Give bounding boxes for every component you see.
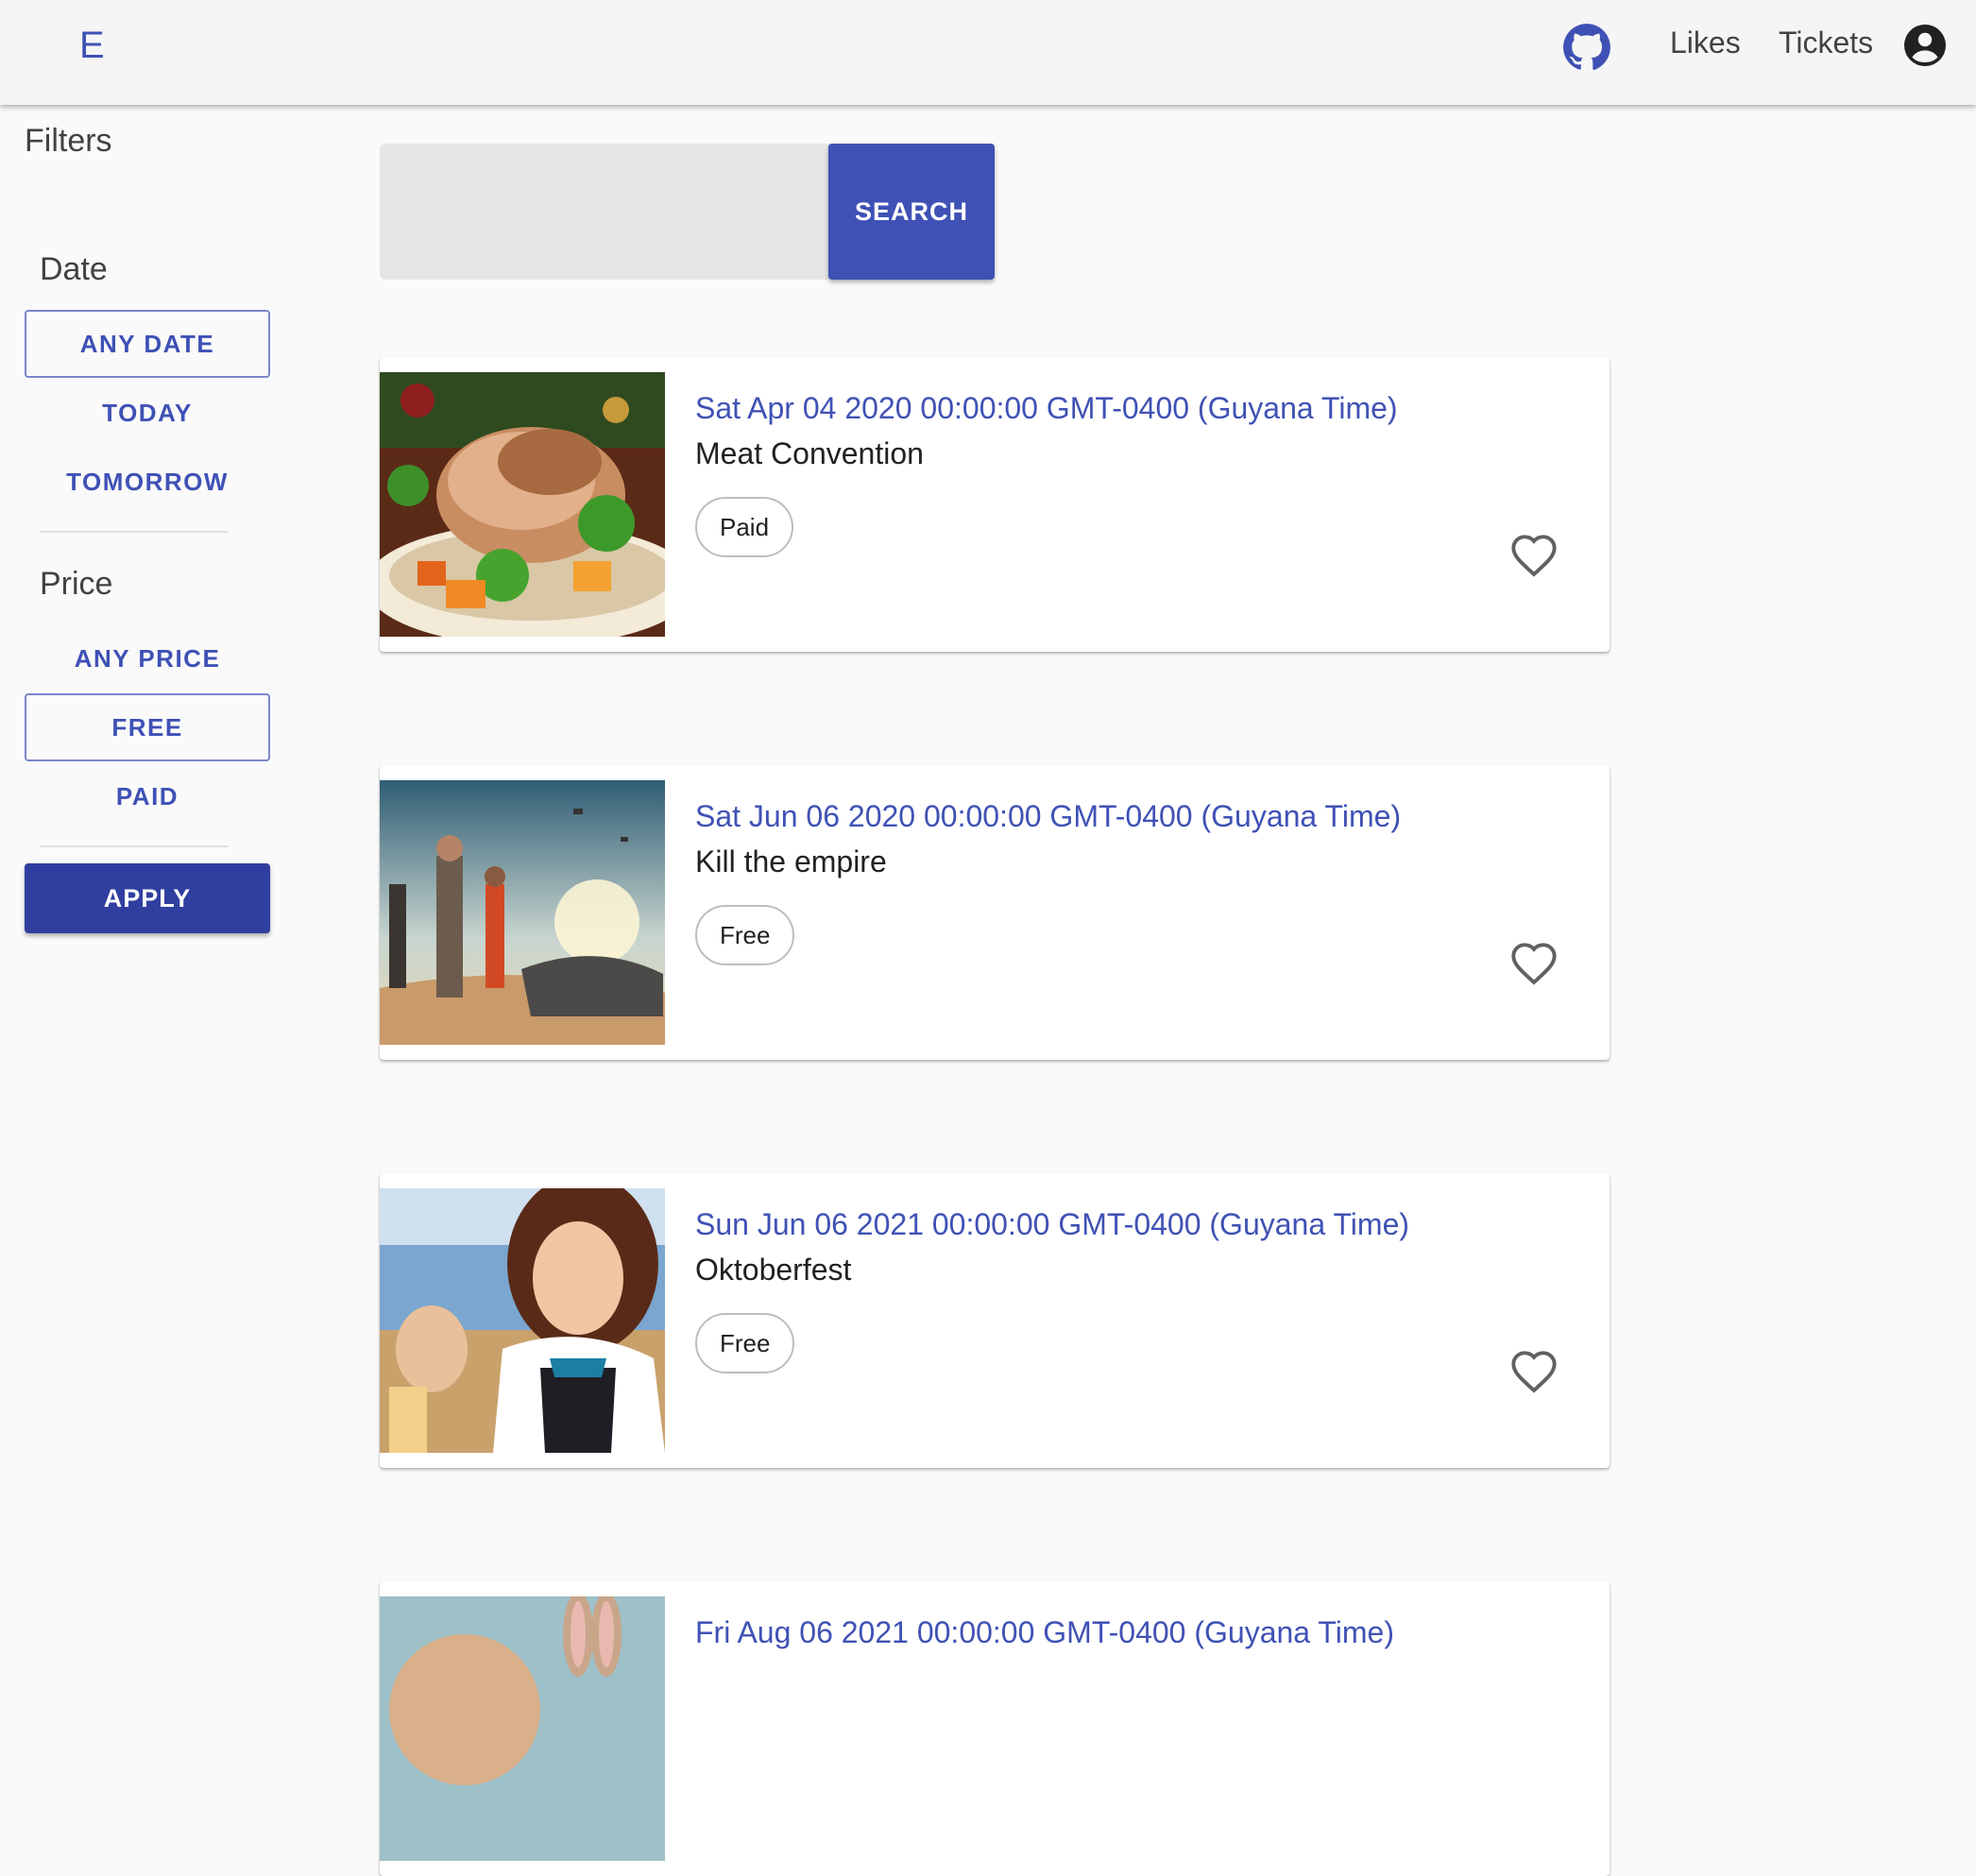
github-icon[interactable] (1562, 23, 1611, 72)
bunny-photo (380, 1596, 665, 1861)
event-title[interactable]: Kill the empire (695, 844, 887, 879)
date-any-date-button[interactable]: ANY DATE (25, 310, 270, 378)
apply-button[interactable]: APPLY (25, 863, 270, 933)
heart-outline-icon[interactable] (1509, 941, 1559, 990)
app-logo[interactable]: E (79, 21, 105, 70)
app-bar: E Likes Tickets (0, 0, 1976, 105)
nav-likes-link[interactable]: Likes (1670, 21, 1741, 64)
oktoberfest-photo (380, 1188, 665, 1453)
event-card[interactable]: Sat Jun 06 2020 00:00:00 GMT-0400 (Guyan… (380, 765, 1610, 1060)
event-date[interactable]: Sat Apr 04 2020 00:00:00 GMT-0400 (Guyan… (695, 391, 1398, 426)
price-chip: Paid (695, 497, 794, 557)
search-input[interactable] (380, 144, 829, 280)
roast-meat-photo (380, 372, 665, 637)
price-paid-button[interactable]: PAID (25, 762, 270, 830)
heart-outline-icon[interactable] (1509, 1349, 1559, 1398)
event-date[interactable]: Sun Jun 06 2021 00:00:00 GMT-0400 (Guyan… (695, 1207, 1409, 1242)
date-tomorrow-button[interactable]: TOMORROW (25, 448, 270, 516)
event-title[interactable]: Oktoberfest (695, 1253, 851, 1288)
account-circle-icon[interactable] (1902, 23, 1948, 68)
price-section-title: Price (40, 566, 113, 602)
event-card[interactable]: Fri Aug 06 2021 00:00:00 GMT-0400 (Guyan… (380, 1581, 1610, 1876)
heart-outline-icon[interactable] (1509, 533, 1559, 582)
event-title[interactable]: Meat Convention (695, 436, 924, 471)
divider (40, 845, 229, 847)
price-chip: Free (695, 905, 795, 965)
filters-title: Filters (25, 123, 112, 159)
price-free-button[interactable]: FREE (25, 693, 270, 761)
search-button[interactable]: SEARCH (828, 144, 995, 280)
date-today-button[interactable]: TODAY (25, 379, 270, 447)
event-card[interactable]: Sat Apr 04 2020 00:00:00 GMT-0400 (Guyan… (380, 357, 1610, 652)
event-card[interactable]: Sun Jun 06 2021 00:00:00 GMT-0400 (Guyan… (380, 1173, 1610, 1468)
event-date[interactable]: Fri Aug 06 2021 00:00:00 GMT-0400 (Guyan… (695, 1615, 1394, 1650)
divider (40, 531, 229, 533)
price-any-price-button[interactable]: ANY PRICE (25, 624, 270, 692)
nav-tickets-link[interactable]: Tickets (1779, 21, 1873, 64)
price-chip: Free (695, 1313, 795, 1373)
event-date[interactable]: Sat Jun 06 2020 00:00:00 GMT-0400 (Guyan… (695, 799, 1401, 834)
date-section-title: Date (40, 251, 108, 287)
star-wars-photo (380, 780, 665, 1045)
